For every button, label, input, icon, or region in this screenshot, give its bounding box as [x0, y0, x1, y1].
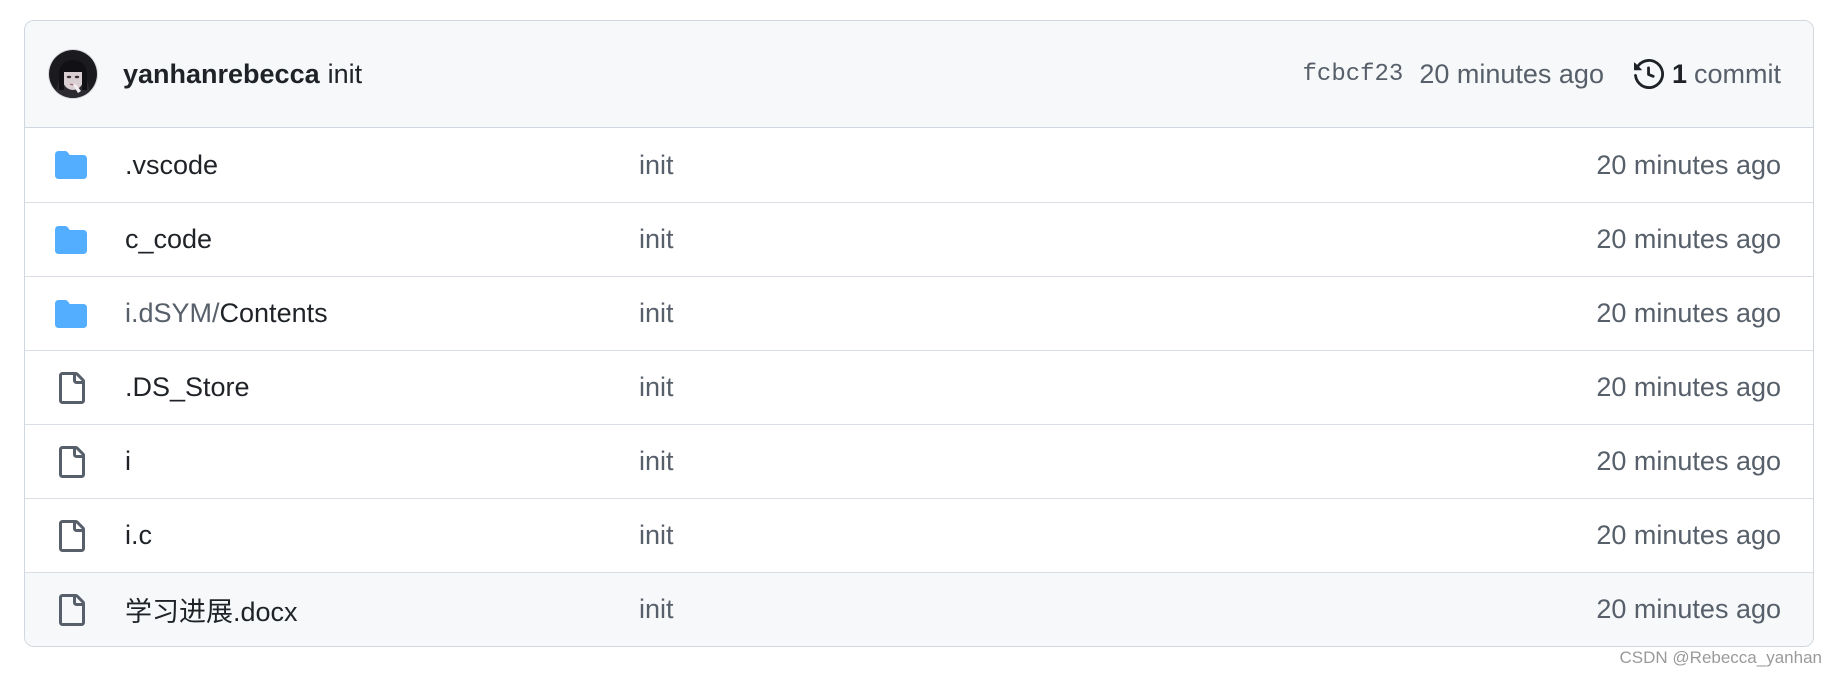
file-name: .DS_Store [125, 372, 250, 402]
commit-time: 20 minutes ago [1596, 298, 1781, 328]
commit-time: 20 minutes ago [1596, 594, 1781, 624]
commit-time: 20 minutes ago [1596, 520, 1781, 550]
avatar-image [49, 50, 97, 98]
avatar[interactable] [49, 50, 97, 98]
file-icon [55, 445, 87, 478]
file-icon [55, 593, 87, 626]
commit-history-link[interactable]: 1 commit [1633, 58, 1781, 90]
file-row-c-code[interactable]: c_code init 20 minutes ago [25, 202, 1813, 276]
commit-message-link[interactable]: init [639, 298, 674, 329]
file-browser: yanhanrebecca init fcbcf23 20 minutes ag… [24, 20, 1814, 647]
file-name: .vscode [125, 149, 219, 180]
latest-commit-bar: yanhanrebecca init fcbcf23 20 minutes ag… [25, 21, 1813, 128]
path-prefix: i.dSYM/ [125, 298, 220, 328]
commit-time: 20 minutes ago [1596, 224, 1781, 254]
file-row-ds-store[interactable]: .DS_Store init 20 minutes ago [25, 350, 1813, 424]
file-name: i.c [125, 520, 152, 550]
commit-message-link[interactable]: init [639, 150, 674, 181]
folder-icon [55, 224, 87, 256]
commit-author-link[interactable]: yanhanrebecca [123, 59, 320, 90]
folder-icon [55, 298, 87, 330]
watermark: CSDN @Rebecca_yanhan [1619, 648, 1822, 667]
file-name: Contents [219, 298, 328, 328]
file-name: c_code [125, 224, 213, 254]
file-row-vscode[interactable]: .vscode init 20 minutes ago [25, 128, 1813, 202]
commit-message-link[interactable]: init [639, 224, 674, 255]
file-name: i [125, 446, 131, 476]
commit-time: 20 minutes ago [1596, 372, 1781, 402]
file-name-link[interactable]: c_code [125, 224, 639, 255]
file-row-i-c[interactable]: i.c init 20 minutes ago [25, 498, 1813, 572]
file-name-link[interactable]: i [125, 446, 639, 477]
file-name-link[interactable]: .vscode [125, 150, 639, 181]
file-name-link[interactable]: i.c [125, 520, 639, 551]
commit-message-link[interactable]: init [639, 520, 674, 551]
file-icon [55, 519, 87, 552]
commit-count: 1 [1671, 58, 1687, 89]
commit-time: 20 minutes ago [1596, 149, 1781, 180]
file-name-link[interactable]: i.dSYM/Contents [125, 298, 639, 329]
file-name: 学习进展.docx [125, 597, 298, 627]
file-icon [55, 371, 87, 404]
commit-time: 20 minutes ago [1419, 58, 1604, 89]
file-name-link[interactable]: .DS_Store [125, 372, 639, 403]
file-row-i[interactable]: i init 20 minutes ago [25, 424, 1813, 498]
commit-sha-link[interactable]: fcbcf23 [1303, 61, 1404, 88]
commit-message-link[interactable]: init [639, 372, 674, 403]
commit-count-label: commit [1694, 58, 1781, 89]
file-row-dsym-contents[interactable]: i.dSYM/Contents init 20 minutes ago [25, 276, 1813, 350]
commit-message-link[interactable]: init [639, 594, 674, 625]
commit-message-link[interactable]: init [639, 446, 674, 477]
folder-icon [55, 149, 87, 181]
commit-time: 20 minutes ago [1596, 446, 1781, 476]
file-row-docx[interactable]: 学习进展.docx init 20 minutes ago [25, 572, 1813, 646]
commit-message-link[interactable]: init [328, 59, 363, 90]
history-icon [1633, 59, 1664, 89]
file-name-link[interactable]: 学习进展.docx [125, 590, 639, 629]
